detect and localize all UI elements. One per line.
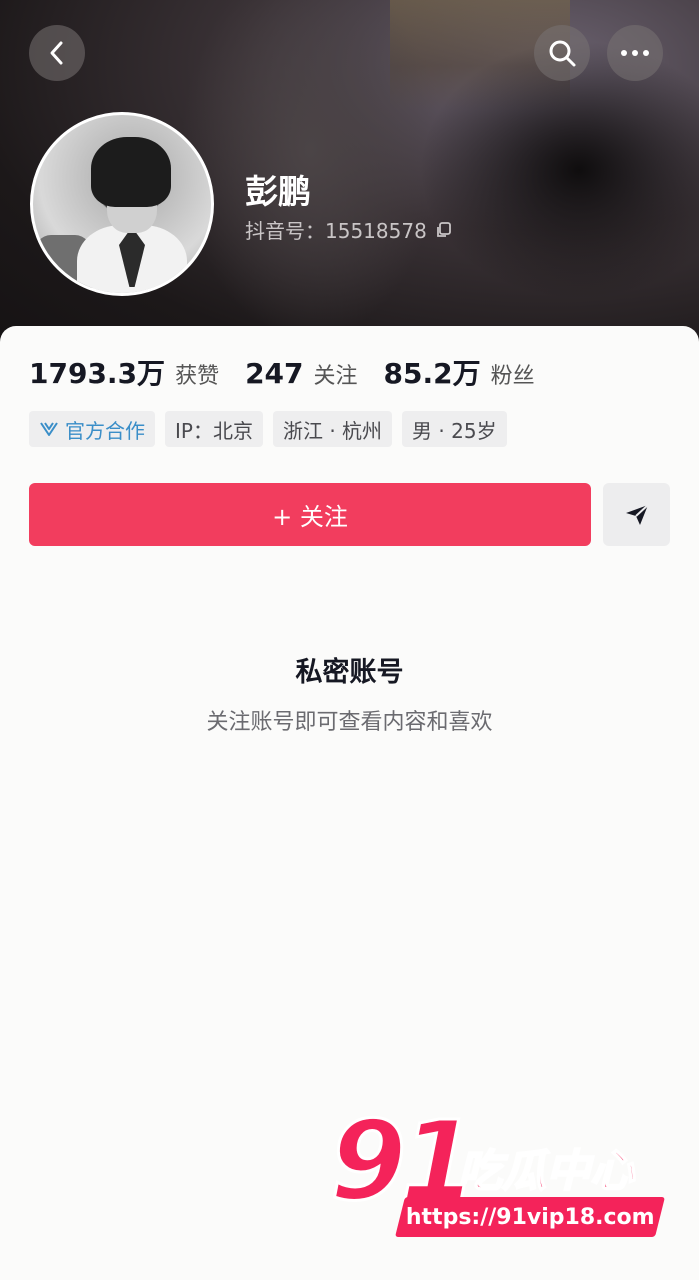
more-icon <box>621 50 649 56</box>
back-button[interactable] <box>29 25 85 81</box>
account-id: 抖音号：15518578 <box>245 219 427 243</box>
tag-label: 官方合作 <box>65 418 145 443</box>
search-button[interactable] <box>534 25 590 81</box>
watermark-url: https://91vip18.com <box>405 1204 655 1230</box>
tag-gender-age: 男 · 25岁 <box>402 411 507 447</box>
tag-location: 浙江 · 杭州 <box>272 411 393 447</box>
profile-name: 彭鹏 <box>245 172 311 211</box>
tag-label: IP：北京 <box>175 418 253 443</box>
stat-value: 247 <box>245 357 304 390</box>
account-id-row[interactable]: 抖音号：15518578 <box>245 215 453 244</box>
stat-followers[interactable]: 85.2万 粉丝 <box>384 352 535 392</box>
avatar[interactable] <box>30 112 214 296</box>
copy-icon[interactable] <box>435 221 453 239</box>
private-account-title: 私密账号 <box>295 657 404 688</box>
watermark-logo: 91 吃瓜中心 https://91vip18.com <box>328 1096 670 1245</box>
stats-row: 1793.3万 获赞 247 关注 85.2万 粉丝 <box>29 352 561 392</box>
stat-label: 获赞 <box>175 364 220 389</box>
follow-button-label: + 关注 <box>272 503 348 531</box>
tag-official-partner[interactable]: 官方合作 <box>29 411 155 447</box>
search-icon <box>549 40 576 67</box>
watermark-url-banner: https://91vip18.com <box>395 1197 665 1237</box>
tag-label: 浙江 · 杭州 <box>282 418 383 443</box>
stat-value: 1793.3万 <box>29 357 166 390</box>
stat-label: 粉丝 <box>490 364 535 389</box>
stat-following[interactable]: 247 关注 <box>245 357 357 390</box>
profile-tags: 官方合作 IP：北京 浙江 · 杭州 男 · 25岁 <box>29 411 507 447</box>
message-button[interactable] <box>603 483 670 546</box>
watermark-text: 吃瓜中心 <box>457 1145 635 1198</box>
tag-label: 男 · 25岁 <box>412 418 497 443</box>
stat-likes[interactable]: 1793.3万 获赞 <box>29 352 219 392</box>
stat-label: 关注 <box>313 364 358 389</box>
back-icon <box>50 41 63 65</box>
tag-ip: IP：北京 <box>165 411 263 447</box>
send-icon <box>625 503 649 525</box>
official-badge-icon <box>40 422 58 436</box>
more-button[interactable] <box>607 25 663 81</box>
stat-value: 85.2万 <box>383 357 481 390</box>
follow-button[interactable]: + 关注 <box>29 483 591 546</box>
private-account-subtitle: 关注账号即可查看内容和喜欢 <box>206 710 493 735</box>
